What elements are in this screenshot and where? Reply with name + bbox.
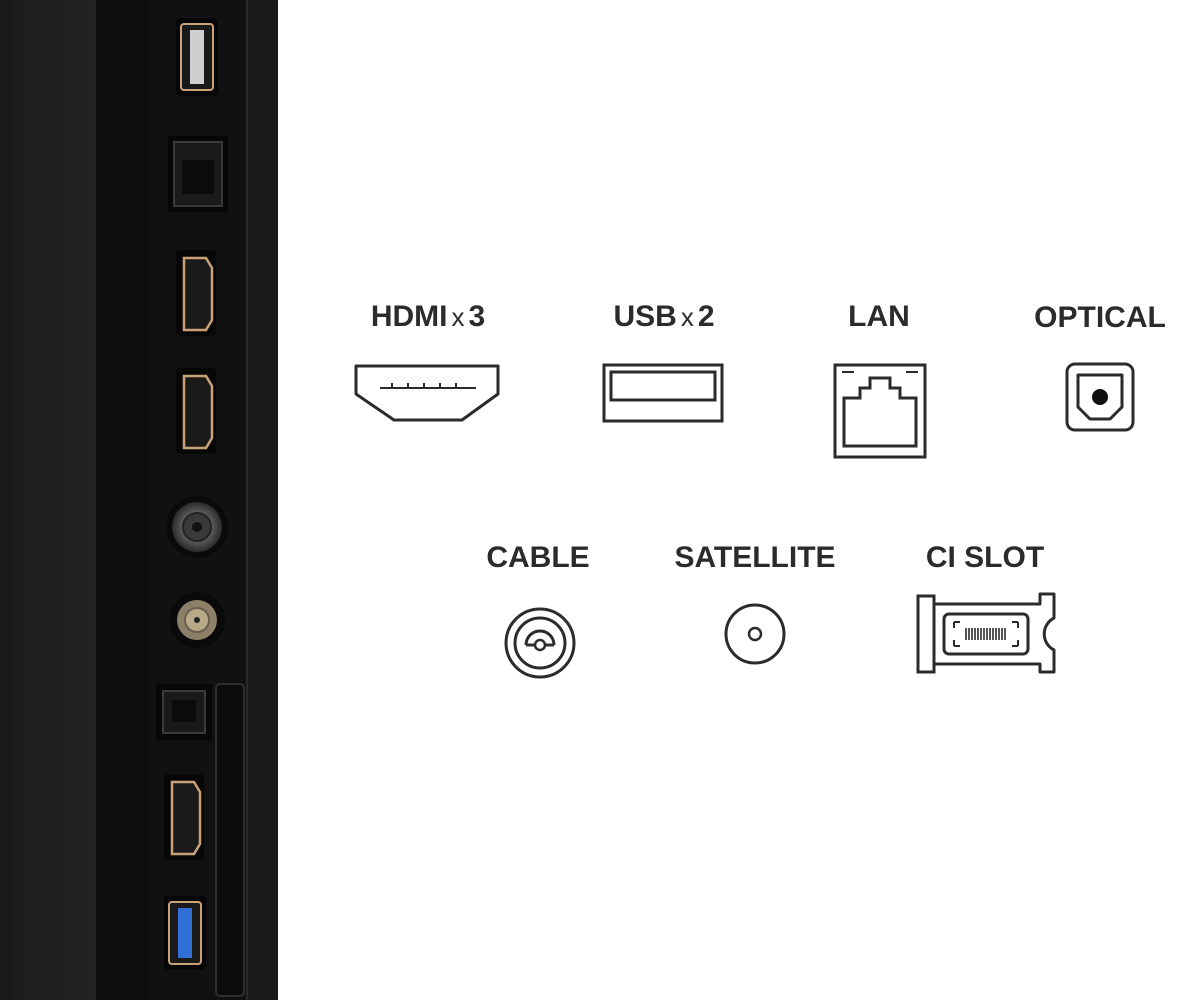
cable-port-icon [504, 607, 576, 679]
satellite-port-icon [724, 603, 786, 665]
port-label-ci-slot: CI SLOT [925, 541, 1045, 574]
panel-hdmi-port-1 [176, 250, 216, 336]
panel-satellite-port [169, 592, 225, 648]
panel-lan-port [168, 136, 228, 212]
port-label-cable: CABLE [486, 541, 590, 574]
lan-port-icon [833, 363, 927, 459]
port-label-hdmi: HDMI x 3 [370, 300, 486, 333]
panel-cable-port [166, 496, 228, 558]
panel-usb-port-top [176, 18, 218, 96]
port-label-optical: OPTICAL [1034, 301, 1166, 334]
tv-back-panel [0, 0, 278, 1000]
panel-usb-port-bottom [164, 896, 206, 970]
panel-hdmi-port-3 [164, 774, 204, 860]
hdmi-port-icon [354, 364, 500, 422]
ci-slot-icon [916, 592, 1056, 674]
port-label-satellite: SATELLITE [674, 541, 836, 574]
port-label-usb: USB x 2 [613, 300, 715, 333]
panel-ci-slot [215, 683, 245, 997]
panel-optical-port [156, 684, 212, 740]
panel-hdmi-port-2 [176, 368, 216, 454]
port-label-lan: LAN [848, 300, 910, 333]
usb-port-icon [602, 363, 724, 423]
optical-port-icon [1065, 362, 1135, 432]
